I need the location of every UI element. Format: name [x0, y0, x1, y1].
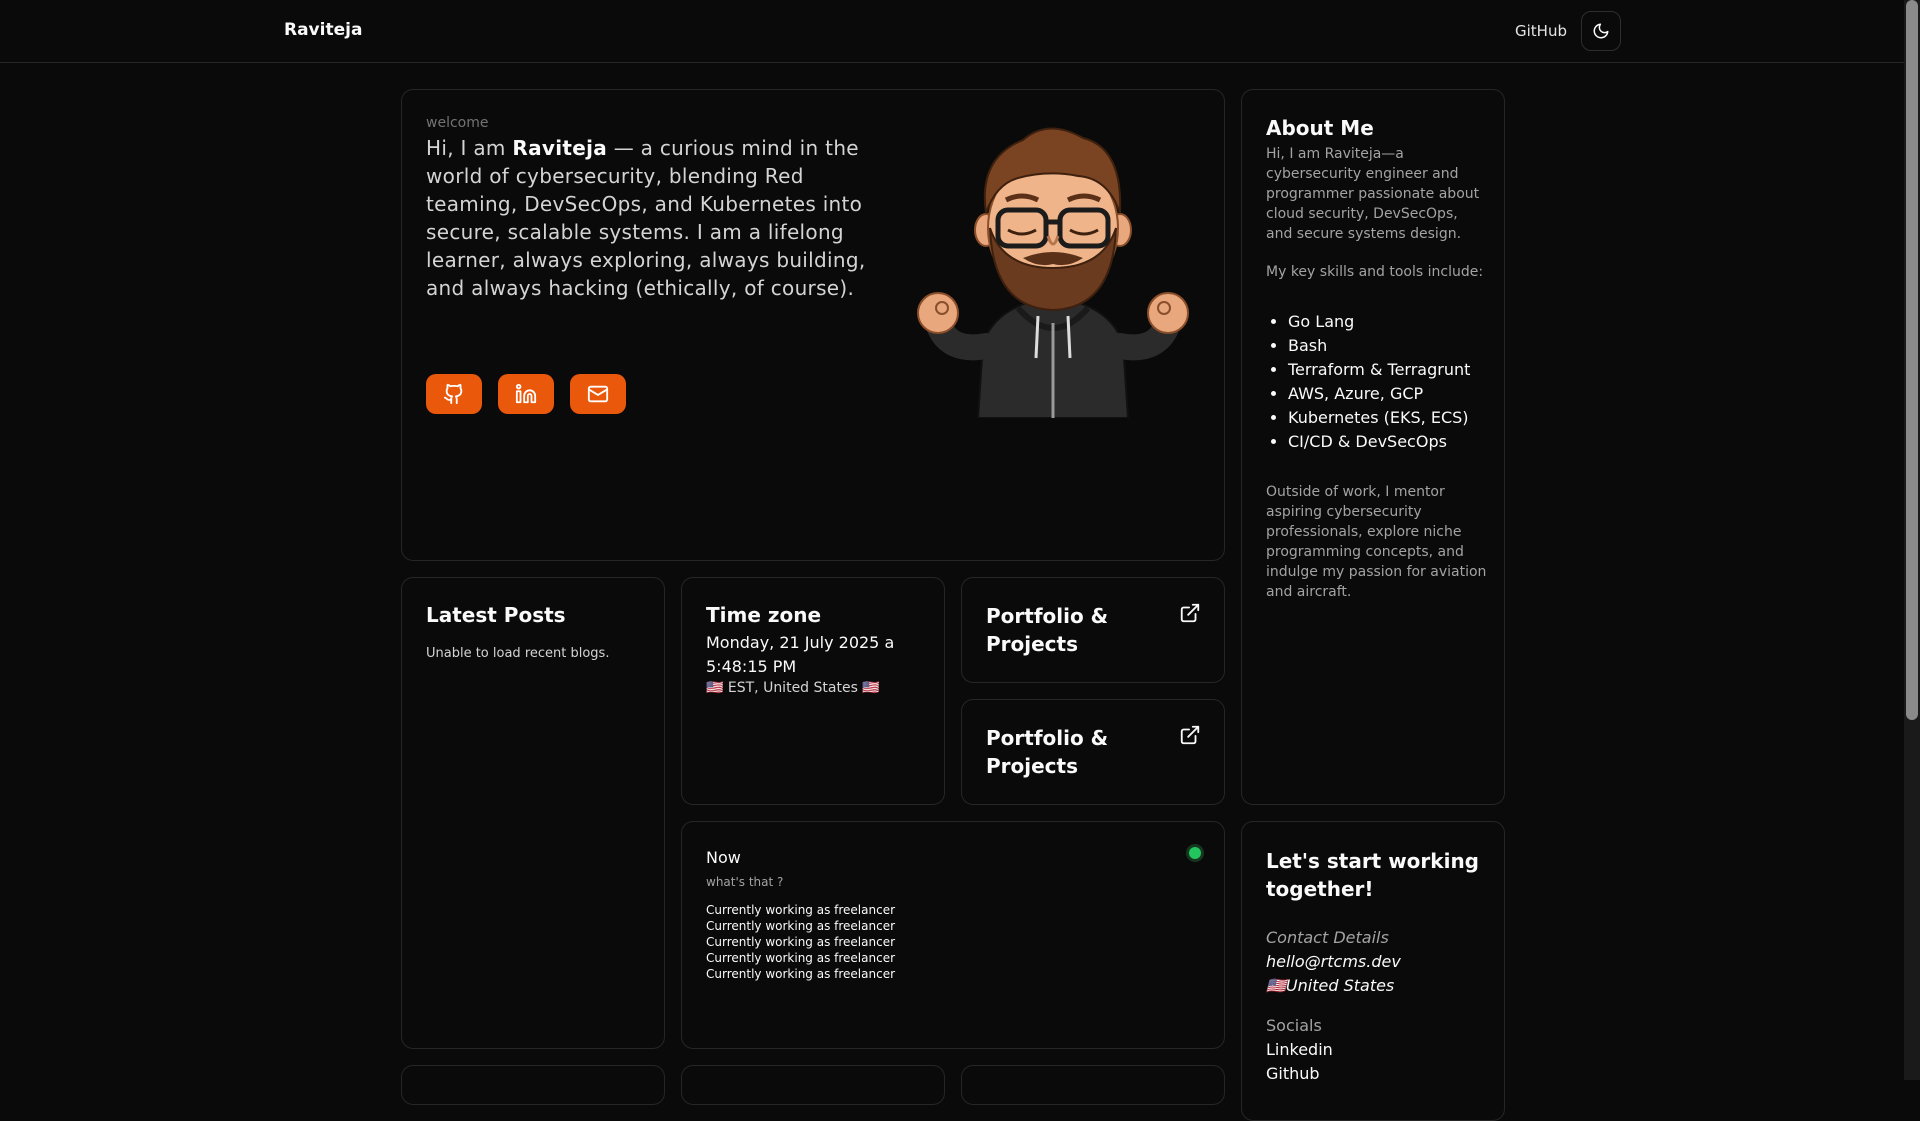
- portfolio-card[interactable]: Portfolio & Projects: [961, 699, 1225, 805]
- skill-item: CI/CD & DevSecOps: [1288, 430, 1470, 454]
- intro-prefix: Hi, I am: [426, 136, 513, 160]
- brand-logo[interactable]: Raviteja: [284, 20, 362, 40]
- external-link-icon: [1180, 725, 1200, 745]
- timezone-card: Time zone Monday, 21 July 2025 a 5:48:15…: [681, 577, 945, 805]
- about-title: About Me: [1266, 116, 1374, 140]
- about-intro: Hi, I am Raviteja—a cybersecurity engine…: [1266, 146, 1480, 242]
- hero-card: welcome Hi, I am Raviteja — a curious mi…: [401, 89, 1225, 561]
- github-nav-link[interactable]: GitHub: [1515, 22, 1567, 40]
- posts-error-message: Unable to load recent blogs.: [426, 646, 610, 661]
- intro-suffix: — a curious mind in the world of cyberse…: [426, 136, 866, 300]
- timezone-title: Time zone: [706, 603, 822, 627]
- welcome-label: welcome: [426, 115, 489, 131]
- moon-icon: [1593, 23, 1609, 39]
- skill-item: Kubernetes (EKS, ECS): [1288, 406, 1470, 430]
- scrollbar-thumb[interactable]: [1906, 0, 1918, 720]
- now-line: Currently working as freelancer: [706, 935, 896, 949]
- now-line: Currently working as freelancer: [706, 967, 896, 981]
- now-card: Now what's that ? Currently working as f…: [681, 821, 1225, 1049]
- linkedin-social-button[interactable]: [498, 374, 554, 414]
- external-link-icon: [1180, 603, 1200, 623]
- contact-country: 🇺🇸United States: [1266, 976, 1395, 995]
- current-datetime: Monday, 21 July 2025 a 5:48:15 PM: [706, 633, 895, 676]
- email-social-button[interactable]: [570, 374, 626, 414]
- status-indicator: [1189, 847, 1201, 859]
- skills-list: Go Lang Bash Terraform & Terragrunt AWS,…: [1266, 310, 1470, 454]
- latest-posts-card: Latest Posts Unable to load recent blogs…: [401, 577, 665, 1049]
- contact-email-link[interactable]: hello@rtcms.dev: [1266, 952, 1401, 971]
- skill-item: AWS, Azure, GCP: [1288, 382, 1470, 406]
- skill-item: Terraform & Terragrunt: [1288, 358, 1470, 382]
- socials-label: Socials: [1266, 1016, 1322, 1035]
- skill-item: Go Lang: [1288, 310, 1470, 334]
- intro-name: Raviteja: [512, 136, 608, 160]
- intro-text: Hi, I am Raviteja — a curious mind in th…: [426, 134, 896, 302]
- github-icon: [443, 383, 463, 405]
- timezone-location: 🇺🇸 EST, United States 🇺🇸: [706, 680, 880, 696]
- about-card: About Me Hi, I am Raviteja—a cybersecuri…: [1241, 89, 1505, 805]
- linkedin-icon: [515, 383, 537, 404]
- bottom-card-stub: [961, 1065, 1225, 1105]
- linkedin-link[interactable]: Linkedin: [1266, 1040, 1333, 1059]
- about-outro: Outside of work, I mentor aspiring cyber…: [1266, 484, 1487, 600]
- contact-details-label: Contact Details: [1266, 928, 1389, 947]
- about-skills-intro: My key skills and tools include:: [1266, 264, 1484, 280]
- now-lines: Currently working as freelancer Currentl…: [706, 902, 895, 982]
- now-subtitle: what's that ?: [706, 875, 784, 889]
- portfolio-title: Portfolio & Projects: [986, 726, 1109, 778]
- skill-item: Bash: [1288, 334, 1470, 358]
- portfolio-card[interactable]: Portfolio & Projects: [961, 577, 1225, 683]
- now-line: Currently working as freelancer: [706, 951, 896, 965]
- latest-posts-title: Latest Posts: [426, 603, 566, 627]
- github-social-button[interactable]: [426, 374, 482, 414]
- github-link[interactable]: Github: [1266, 1064, 1320, 1083]
- portfolio-title: Portfolio & Projects: [986, 604, 1109, 656]
- contact-title: Let's start working together!: [1266, 849, 1479, 901]
- bottom-card-stub: [401, 1065, 665, 1105]
- now-line: Currently working as freelancer: [706, 903, 896, 917]
- contact-card: Let's start working together! Contact De…: [1241, 821, 1505, 1121]
- bottom-card-stub: [681, 1065, 945, 1105]
- now-line: Currently working as freelancer: [706, 919, 896, 933]
- theme-toggle-button[interactable]: [1581, 11, 1621, 51]
- now-title: Now: [706, 848, 741, 867]
- mail-icon: [587, 385, 609, 403]
- top-navbar: Raviteja GitHub: [0, 0, 1904, 63]
- avatar-illustration: [917, 127, 1189, 418]
